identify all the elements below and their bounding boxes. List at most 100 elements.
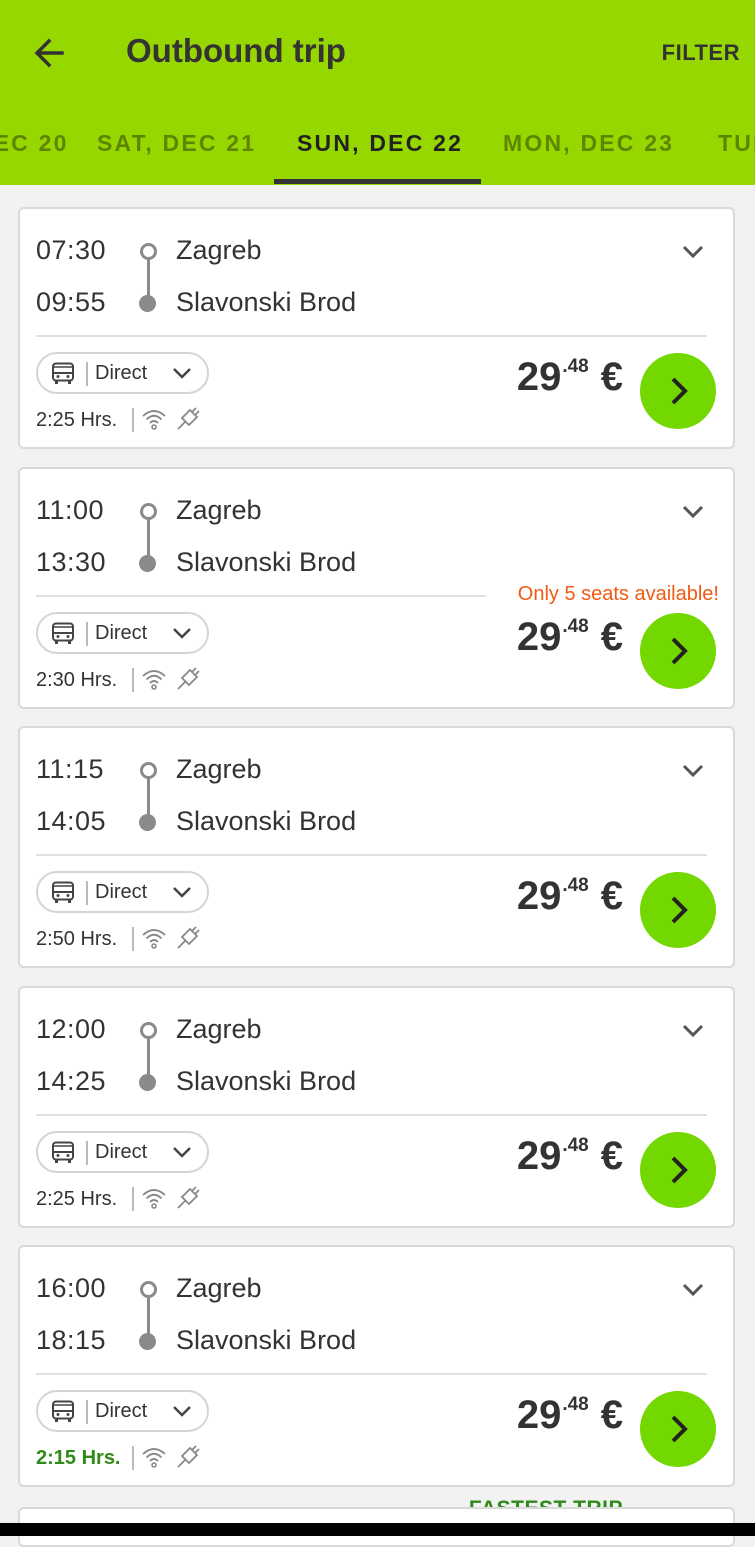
destination-city: Slavonski Brod: [176, 546, 357, 577]
app-header: Outbound trip FILTER FRI, DEC 20 SAT, DE…: [0, 0, 755, 185]
pill-separator: [86, 621, 88, 646]
select-trip-button[interactable]: [640, 612, 716, 689]
power-plug-icon: [177, 1185, 200, 1209]
price-decimals: .48: [562, 1394, 589, 1415]
bus-icon: [52, 881, 74, 903]
amenities-separator: [132, 1446, 134, 1470]
select-trip-button[interactable]: [640, 872, 716, 948]
route-line: [147, 518, 150, 557]
destination-city: Slavonski Brod: [176, 1325, 357, 1355]
seats-notice: Only 5 seats available!: [517, 582, 719, 605]
card-divider: [36, 1373, 707, 1375]
card-divider: [36, 335, 707, 337]
bus-icon: [52, 1141, 74, 1163]
connection-type-label: Direct: [95, 362, 148, 384]
tab-dec-21[interactable]: SAT, DEC 21: [97, 130, 256, 157]
chevron-right-icon: [671, 1156, 688, 1183]
price-currency: €: [600, 614, 623, 659]
tab-dec-20[interactable]: FRI, DEC 20: [0, 130, 69, 157]
card-divider: [36, 854, 707, 856]
origin-dot-icon: [140, 1281, 157, 1298]
trip-duration: 2:30 Hrs.: [36, 668, 118, 691]
price-decimals: .48: [562, 615, 589, 637]
departure-time: 16:00: [36, 1273, 107, 1303]
wifi-icon: [142, 410, 166, 430]
chevron-down-icon: [173, 1406, 191, 1417]
destination-dot-icon: [139, 295, 156, 312]
trip-card[interactable]: 11:00 13:30 Zagreb Slavonski Brod Only 5…: [18, 466, 735, 709]
destination-dot-icon: [139, 1333, 156, 1350]
trip-price: 29.48 €: [517, 1134, 623, 1179]
route-line: [147, 259, 150, 297]
departure-time: 11:15: [36, 754, 105, 784]
trip-duration: 2:15 Hrs.: [36, 1447, 121, 1469]
chevron-down-icon: [173, 368, 191, 379]
origin-city: Zagreb: [176, 1013, 262, 1044]
chevron-down-icon: [173, 627, 191, 639]
chevron-down-icon: [173, 887, 191, 898]
trip-card[interactable]: 16:00 18:15 Zagreb Slavonski Brod Direct: [18, 1245, 735, 1520]
connection-type-dropdown[interactable]: Direct: [36, 611, 209, 654]
trip-duration: 2:50 Hrs.: [36, 928, 118, 950]
arrow-left-icon[interactable]: [30, 33, 70, 73]
origin-city: Zagreb: [176, 235, 262, 265]
chevron-down-icon[interactable]: [680, 762, 706, 780]
amenities-separator: [132, 408, 134, 432]
trip-card[interactable]: 12:00 14:25 Zagreb Slavonski Brod Direct: [18, 985, 735, 1228]
connection-type-dropdown[interactable]: Direct: [36, 871, 209, 913]
chevron-right-icon: [671, 1415, 688, 1443]
chevron-down-icon[interactable]: [680, 503, 706, 521]
power-plug-icon: [177, 666, 200, 690]
price-currency: €: [600, 1133, 623, 1178]
route-line: [147, 1297, 150, 1335]
chevron-down-icon[interactable]: [680, 1281, 706, 1299]
price-integer: 29: [516, 1133, 562, 1178]
wifi-icon: [142, 1188, 166, 1209]
connection-type-dropdown[interactable]: Direct: [36, 1130, 209, 1173]
origin-city: Zagreb: [176, 1273, 262, 1303]
page-title: Outbound trip: [126, 32, 346, 69]
destination-dot-icon: [139, 1073, 156, 1091]
select-trip-button[interactable]: [640, 1391, 716, 1467]
tab-dec-23[interactable]: MON, DEC 23: [503, 130, 674, 157]
price-decimals: .48: [562, 356, 589, 377]
price-integer: 29: [516, 355, 562, 399]
price-currency: €: [600, 1393, 623, 1437]
wifi-icon: [142, 669, 166, 690]
tab-dec-22[interactable]: SUN, DEC 22: [297, 130, 463, 157]
amenities-separator: [132, 927, 134, 951]
trip-card[interactable]: 07:30 09:55 Zagreb Slavonski Brod Direct: [18, 207, 735, 449]
chevron-down-icon[interactable]: [680, 243, 706, 261]
destination-city: Slavonski Brod: [176, 806, 357, 836]
active-tab-indicator: [274, 179, 481, 184]
trip-price: 29.48 €: [517, 615, 623, 660]
amenities-separator: [132, 1186, 134, 1211]
pill-separator: [86, 1140, 88, 1165]
arrival-time: 18:15: [36, 1325, 107, 1355]
bus-icon: [52, 362, 74, 384]
pill-separator: [86, 362, 88, 386]
bus-icon: [52, 1400, 74, 1422]
origin-city: Zagreb: [176, 494, 262, 525]
filter-button[interactable]: FILTER: [662, 40, 740, 66]
connection-type-label: Direct: [95, 881, 148, 903]
system-nav-bar: [0, 1523, 755, 1536]
chevron-right-icon: [671, 637, 688, 664]
chevron-down-icon: [173, 1146, 191, 1158]
trip-duration: 2:25 Hrs.: [36, 1187, 118, 1210]
arrival-time: 09:55: [36, 287, 107, 317]
pill-separator: [86, 1400, 88, 1424]
connection-type-dropdown[interactable]: Direct: [36, 352, 209, 394]
bus-icon: [52, 622, 74, 644]
select-trip-button[interactable]: [640, 1131, 716, 1208]
departure-time: 12:00: [36, 1013, 107, 1044]
origin-dot-icon: [140, 502, 157, 520]
select-trip-button[interactable]: [640, 353, 716, 429]
destination-dot-icon: [139, 554, 156, 572]
connection-type-dropdown[interactable]: Direct: [36, 1390, 209, 1432]
origin-dot-icon: [140, 762, 157, 779]
trip-price: 29.48 €: [517, 355, 623, 400]
trip-card[interactable]: 11:15 14:05 Zagreb Slavonski Brod Direct: [18, 726, 735, 968]
tab-dec-24[interactable]: TUE, DEC 24: [718, 130, 755, 157]
chevron-down-icon[interactable]: [680, 1022, 706, 1040]
